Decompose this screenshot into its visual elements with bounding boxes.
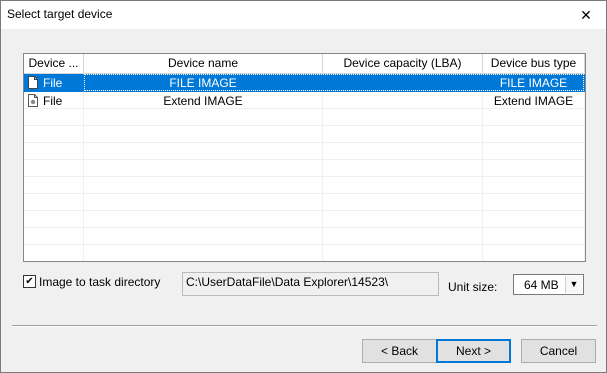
cell-capacity bbox=[323, 74, 482, 92]
title-bar: Select target device ✕ bbox=[1, 1, 606, 29]
check-mark-icon: ✔ bbox=[25, 276, 34, 287]
unit-size-label: Unit size: bbox=[448, 280, 498, 294]
grid-line bbox=[24, 193, 585, 194]
column-header-device-name[interactable]: Device name bbox=[84, 54, 323, 73]
grid-line bbox=[24, 227, 585, 228]
dialog-window: Select target device ✕ Device ... Device… bbox=[0, 0, 607, 373]
next-button[interactable]: Next > bbox=[436, 339, 511, 363]
dialog-title: Select target device bbox=[7, 7, 113, 21]
chevron-down-icon[interactable]: ▼ bbox=[565, 276, 582, 293]
task-directory-path-field[interactable]: C:\UserDataFile\Data Explorer\14523\ bbox=[182, 272, 439, 296]
cell-capacity bbox=[323, 92, 482, 110]
cell-bus-type: Extend IMAGE bbox=[493, 94, 574, 108]
cell-device: File bbox=[43, 94, 63, 108]
image-to-task-label: Image to task directory bbox=[39, 275, 161, 289]
back-button[interactable]: < Back bbox=[362, 339, 437, 363]
grid-line bbox=[24, 210, 585, 211]
file-icon bbox=[28, 94, 38, 107]
grid-line bbox=[24, 244, 585, 245]
cell-bus-type: FILE IMAGE bbox=[499, 76, 568, 90]
grid-line bbox=[24, 159, 585, 160]
grid-line bbox=[24, 176, 585, 177]
close-icon[interactable]: ✕ bbox=[566, 1, 606, 29]
cancel-button[interactable]: Cancel bbox=[521, 339, 596, 363]
footer-separator bbox=[12, 325, 597, 327]
unit-size-value: 64 MB bbox=[524, 278, 559, 292]
file-icon bbox=[28, 76, 38, 89]
grid-line bbox=[24, 125, 585, 126]
cell-device-name: Extend IMAGE bbox=[163, 94, 243, 108]
column-header-capacity[interactable]: Device capacity (LBA) bbox=[323, 54, 483, 73]
column-header-device[interactable]: Device ... bbox=[24, 54, 84, 73]
cell-device-name: FILE IMAGE bbox=[169, 76, 237, 90]
table-row[interactable]: File Extend IMAGE Extend IMAGE bbox=[24, 92, 585, 110]
cell-device: File bbox=[43, 76, 63, 90]
unit-size-select[interactable]: 64 MB ▼ bbox=[513, 274, 584, 295]
image-to-task-checkbox[interactable]: ✔ bbox=[23, 275, 36, 288]
column-header-bus-type[interactable]: Device bus type bbox=[483, 54, 585, 73]
table-row[interactable]: File FILE IMAGE FILE IMAGE bbox=[24, 74, 585, 92]
grid-line bbox=[24, 142, 585, 143]
device-list[interactable]: Device ... Device name Device capacity (… bbox=[23, 53, 586, 262]
list-header: Device ... Device name Device capacity (… bbox=[24, 54, 585, 74]
